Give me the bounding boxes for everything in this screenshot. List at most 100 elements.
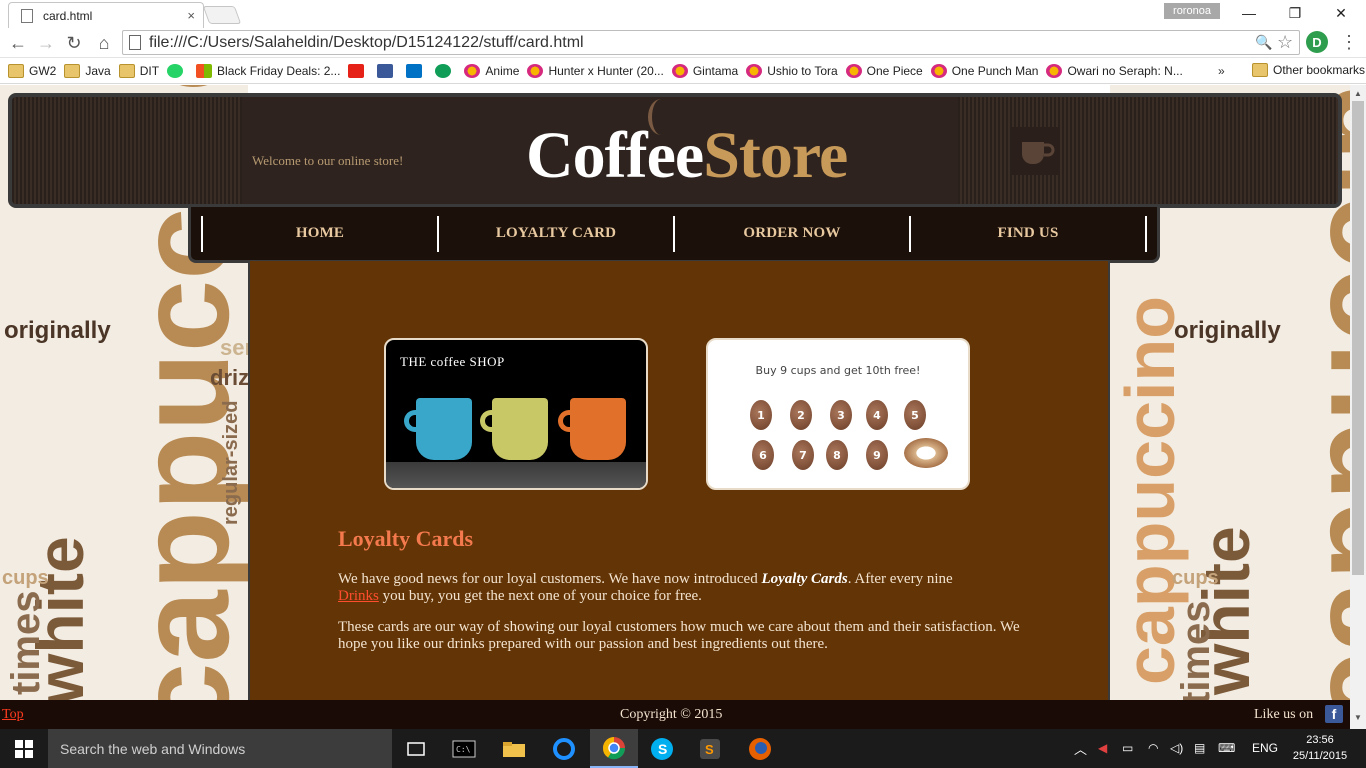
bean-8: 8: [826, 440, 848, 470]
drinks-link[interactable]: Drinks: [338, 588, 379, 604]
tab-close-icon[interactable]: ×: [187, 8, 195, 23]
action-center-icon[interactable]: ▤: [1194, 741, 1205, 755]
site-logo[interactable]: CoffeeStore: [526, 121, 848, 191]
zoom-icon[interactable]: 🔍: [1255, 34, 1272, 51]
site-footer: Top Copyright © 2015 Like us on f: [0, 700, 1350, 729]
page-viewport: originally white cappuccino regular-size…: [0, 85, 1350, 729]
tab-title: card.html: [43, 8, 93, 23]
other-bookmarks[interactable]: Other bookmarks: [1252, 63, 1365, 77]
file-icon: [129, 35, 141, 50]
forward-button[interactable]: →: [34, 31, 58, 55]
speaker-alert-icon[interactable]: ◀: [1098, 741, 1107, 755]
bookmark-whatsapp[interactable]: [167, 63, 188, 78]
start-button[interactable]: [0, 729, 48, 768]
folder-icon: [118, 63, 135, 78]
crunchyroll-icon: [746, 63, 763, 78]
new-tab-button[interactable]: [202, 6, 242, 24]
bookmark-label: One Piece: [866, 63, 923, 78]
scroll-up-icon[interactable]: ▲: [1354, 89, 1362, 98]
chrome-icon[interactable]: [590, 729, 638, 768]
bookmark-gw2[interactable]: GW2: [8, 63, 57, 78]
promo-text: Buy 9 cups and get 10th free!: [755, 364, 921, 377]
clock[interactable]: 23:56 25/11/2015: [1290, 732, 1350, 764]
bookmarks-overflow-button[interactable]: »: [1218, 64, 1225, 78]
bookmark-java[interactable]: Java: [64, 63, 111, 78]
crunchyroll-icon: [671, 63, 688, 78]
scroll-down-icon[interactable]: ▼: [1354, 713, 1362, 722]
welcome-text: Welcome to our online store!: [252, 153, 404, 168]
bean-2: 2: [790, 400, 812, 430]
bookmark-one-piece[interactable]: One Piece: [845, 63, 923, 78]
bookmark-star-icon[interactable]: ☆: [1277, 32, 1293, 53]
file-explorer-icon[interactable]: [490, 729, 538, 768]
blue-mug: [404, 398, 472, 460]
wifi-icon[interactable]: ◠: [1148, 741, 1158, 755]
crunchyroll-icon: [1046, 63, 1063, 78]
cmd-icon[interactable]: C:\: [440, 729, 488, 768]
extension-icon[interactable]: D: [1306, 31, 1328, 53]
language-indicator[interactable]: ENG: [1252, 741, 1278, 755]
firefox-icon[interactable]: [736, 729, 784, 768]
keyboard-icon[interactable]: ⌨: [1218, 741, 1235, 755]
bookmark-black-friday[interactable]: Black Friday Deals: 2...: [196, 63, 341, 78]
table-surface: [386, 462, 646, 488]
bookmark-hunter-x-hunter[interactable]: Hunter x Hunter (20...: [527, 63, 664, 78]
minimize-button[interactable]: —: [1226, 0, 1272, 26]
back-to-top-link[interactable]: Top: [2, 707, 24, 723]
bookmark-gintama[interactable]: Gintama: [671, 63, 738, 78]
clock-time: 23:56: [1306, 734, 1334, 746]
bookmark-youtube[interactable]: [348, 63, 369, 78]
reload-button[interactable]: ↻: [62, 31, 86, 55]
bean-5: 5: [904, 400, 926, 430]
bookmark-label: One Punch Man: [951, 63, 1039, 78]
main-nav: HOME LOYALTY CARD ORDER NOW FIND US: [188, 207, 1160, 263]
battery-icon[interactable]: ▭: [1122, 741, 1133, 755]
bookmark-label: Other bookmarks: [1273, 63, 1366, 77]
task-view-icon[interactable]: [392, 729, 440, 768]
crunchyroll-icon: [527, 63, 544, 78]
crunchyroll-icon: [464, 63, 481, 78]
edge-icon[interactable]: [540, 729, 588, 768]
nav-find-us[interactable]: FIND US: [909, 215, 1147, 252]
bookmark-owari-no-seraph[interactable]: Owari no Seraph: N...: [1046, 63, 1183, 78]
scrollbar-thumb[interactable]: [1352, 101, 1364, 575]
hangouts-icon: [435, 63, 452, 78]
bookmark-facebook[interactable]: [377, 63, 398, 78]
bookmark-label: Owari no Seraph: N...: [1067, 63, 1183, 78]
chrome-menu-icon[interactable]: ⋮: [1340, 32, 1358, 52]
bookmark-anime[interactable]: Anime: [464, 63, 519, 78]
nav-loyalty-card[interactable]: LOYALTY CARD: [437, 215, 673, 252]
vertical-scrollbar[interactable]: ▲ ▼: [1350, 85, 1366, 729]
facebook-icon[interactable]: f: [1325, 705, 1343, 723]
bookmark-label: DIT: [139, 63, 160, 78]
bookmark-ushio-to-tora[interactable]: Ushio to Tora: [746, 63, 838, 78]
loyalty-card-image: Buy 9 cups and get 10th free! 1 2 3 4 5 …: [706, 338, 970, 490]
bg-word: regular-sized: [220, 400, 242, 525]
bookmark-label: GW2: [29, 63, 57, 78]
bg-word: ser: [220, 335, 248, 360]
orange-mug: [558, 398, 626, 460]
restore-button[interactable]: ❐: [1272, 0, 1318, 26]
bookmark-hangouts[interactable]: [435, 63, 456, 78]
tray-overflow-icon[interactable]: ︿: [1074, 739, 1087, 758]
bookmark-label: Black Friday Deals: 2...: [217, 63, 341, 78]
windows-start-icon: [15, 739, 33, 758]
profile-badge[interactable]: roronoa: [1164, 3, 1220, 19]
bookmark-one-punch-man[interactable]: One Punch Man: [930, 63, 1039, 78]
skype-icon[interactable]: S: [638, 729, 686, 768]
sublime-text-icon[interactable]: S: [686, 729, 734, 768]
bookmarks-bar: GW2 Java DIT Black Friday Deals: 2... An…: [0, 58, 1366, 84]
tab-card-html[interactable]: card.html ×: [8, 2, 204, 28]
nav-home[interactable]: HOME: [201, 215, 437, 252]
taskbar-search-input[interactable]: Search the web and Windows: [48, 729, 392, 768]
home-button[interactable]: ⌂: [92, 31, 116, 55]
close-window-button[interactable]: ✕: [1318, 0, 1364, 26]
bookmark-outlook[interactable]: [406, 63, 427, 78]
back-button[interactable]: ←: [6, 31, 30, 55]
yellow-mug: [480, 398, 548, 460]
volume-icon[interactable]: ◁): [1170, 741, 1183, 755]
nav-order-now[interactable]: ORDER NOW: [673, 215, 909, 252]
address-bar[interactable]: file:///C:/Users/Salaheldin/Desktop/D151…: [122, 30, 1300, 55]
bookmark-dit[interactable]: DIT: [118, 63, 160, 78]
coffee-cup-icon: [1012, 127, 1060, 175]
